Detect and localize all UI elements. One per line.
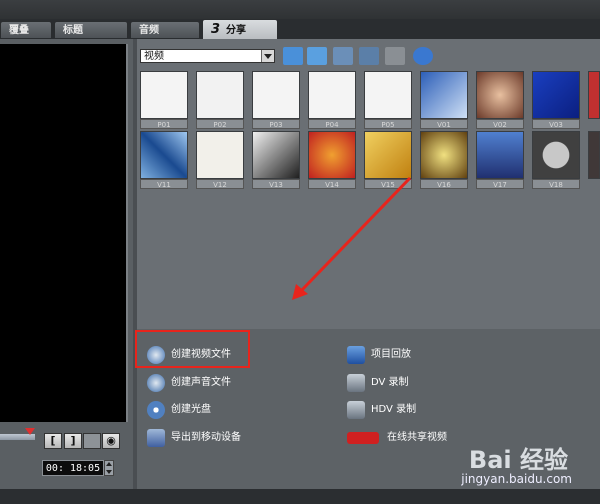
watermark-url: jingyan.baidu.com xyxy=(461,472,572,486)
bottom-toolbar xyxy=(0,489,600,504)
annotation-arrow xyxy=(292,176,412,300)
baidu-watermark: Bai 经验 xyxy=(468,446,568,474)
